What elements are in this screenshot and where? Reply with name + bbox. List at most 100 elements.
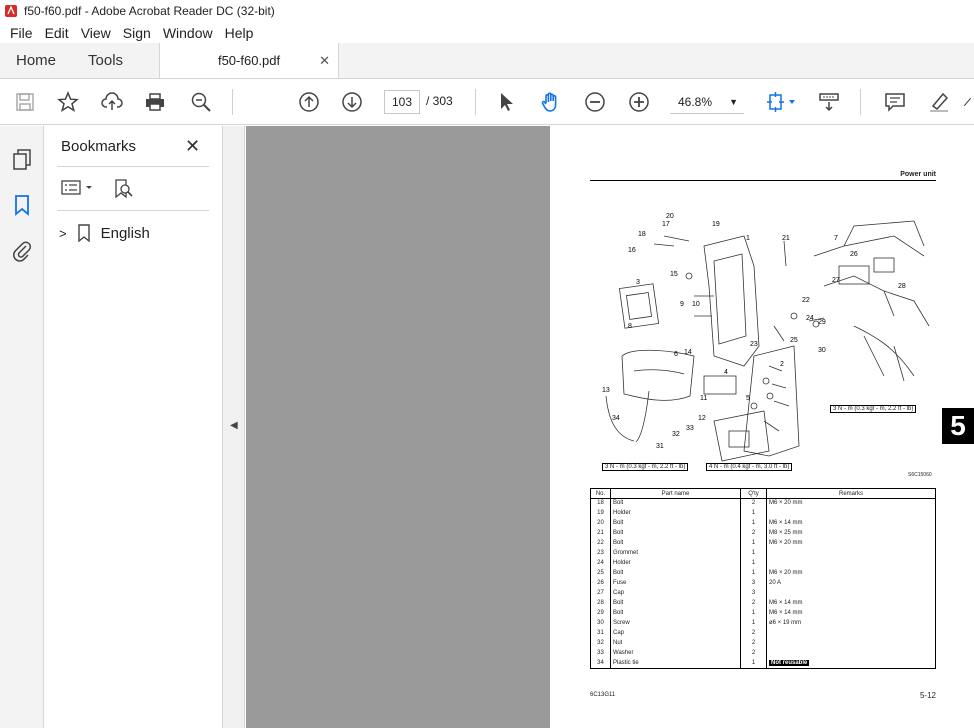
upload-cloud-icon[interactable] [101,91,123,113]
svg-text:12: 12 [698,415,706,422]
cell-part-name: Washer [610,648,741,659]
cell-qty: 1 [740,608,767,619]
table-row: 19 Holder 1 [590,508,936,519]
comment-icon[interactable] [884,91,906,113]
highlight-pen-icon[interactable] [928,91,950,113]
scroll-mode-icon[interactable] [818,91,840,113]
torque-label: 3 N - m (0.3 kgf - m, 2.2 ft - lb) [602,463,689,471]
cell-no: 29 [590,608,611,619]
chevron-right-icon[interactable]: > [59,226,67,241]
cell-no: 20 [590,518,611,529]
cell-no: 34 [590,658,611,669]
svg-text:4: 4 [724,369,728,376]
bookmark-label: English [100,224,150,242]
fit-page-icon[interactable] [764,91,798,113]
zoom-out-icon[interactable] [584,91,606,113]
hand-tool-icon[interactable] [540,91,562,113]
bookmark-options-button[interactable] [61,179,97,200]
svg-text:9: 9 [680,301,684,308]
table-row: 29 Bolt 1 M6 × 14 mm [590,608,936,619]
zoom-search-icon[interactable] [190,91,212,113]
star-icon[interactable] [57,91,79,113]
select-cursor-icon[interactable] [496,91,518,113]
svg-text:29: 29 [818,319,826,326]
table-row: 25 Bolt 1 M6 × 20 mm [590,568,936,579]
cell-part-name: Nut [610,638,741,649]
svg-text:3: 3 [636,279,640,286]
more-tools-icon[interactable] [962,91,974,113]
column-header-qty: Q'ty [740,488,767,499]
cell-no: 25 [590,568,611,579]
close-tab-icon[interactable]: ✕ [319,53,330,69]
cell-qty: 1 [740,568,767,579]
table-row: 30 Screw 1 ø6 × 19 mm [590,618,936,629]
cell-remarks: 20 A [766,578,936,589]
previous-page-icon[interactable] [298,91,320,113]
document-viewer[interactable]: Power unit 1 2 3 4 5 6 7 8 9 10 11 12 13… [246,126,974,728]
bookmark-icon [77,224,90,242]
cell-qty: 1 [740,508,767,519]
svg-text:15: 15 [670,271,678,278]
menu-file[interactable]: File [4,25,39,41]
svg-text:11: 11 [700,395,707,402]
page-number-input[interactable]: 103 [384,90,420,114]
table-row: 32 Nut 2 [590,638,936,649]
table-row: 31 Cap 2 [590,628,936,639]
tab-home[interactable]: Home [0,43,72,78]
bookmarks-panel: Bookmarks ✕ > English [45,126,223,728]
svg-text:33: 33 [686,425,694,432]
svg-text:24: 24 [806,315,814,322]
attachment-icon[interactable] [11,240,33,262]
zoom-select[interactable]: 46.8% ▼ [670,90,744,114]
svg-text:1: 1 [746,235,750,242]
bookmark-item-english[interactable]: > English [59,224,150,242]
menu-view[interactable]: View [75,25,117,41]
cell-remarks: M6 × 14 mm [766,518,936,529]
cell-no: 23 [590,548,611,559]
cell-no: 27 [590,588,611,599]
svg-text:2: 2 [780,361,784,368]
panel-collapse-handle[interactable]: ◀ [223,126,245,728]
cell-part-name: Screw [610,618,741,629]
tab-document[interactable]: f50-f60.pdf ✕ [159,43,340,78]
bookmark-icon[interactable] [11,194,33,216]
torque-label: 4 N - m (0.4 kgf - m, 3.0 ft - lb) [706,463,793,471]
cell-qty: 2 [740,498,767,509]
menu-edit[interactable]: Edit [39,25,75,41]
cell-part-name: Cap [610,628,741,639]
cell-part-name: Bolt [610,538,741,549]
table-row: 33 Washer 2 [590,648,936,659]
find-bookmark-icon[interactable] [113,179,135,202]
cell-qty: 2 [740,528,767,539]
menu-sign[interactable]: Sign [117,25,157,41]
page-total: / 303 [426,94,453,108]
svg-text:10: 10 [692,301,700,308]
zoom-in-icon[interactable] [628,91,650,113]
close-panel-icon[interactable]: ✕ [185,136,200,157]
cell-no: 18 [590,498,611,509]
svg-text:13: 13 [602,387,610,394]
drawing-code: S6C15060 [908,472,932,478]
cell-remarks [766,648,936,659]
menu-help[interactable]: Help [219,25,260,41]
table-header-row: No. Part name Q'ty Remarks [590,488,936,499]
cell-part-name: Grommet [610,548,741,559]
window-title: f50-f60.pdf - Adobe Acrobat Reader DC (3… [24,4,275,18]
print-icon[interactable] [144,91,166,113]
cell-no: 19 [590,508,611,519]
menu-window[interactable]: Window [157,25,219,41]
cell-qty: 1 [740,518,767,529]
cell-part-name: Bolt [610,528,741,539]
page-thumbnails-icon[interactable] [11,148,33,170]
svg-text:27: 27 [832,277,840,284]
cell-qty: 2 [740,638,767,649]
tab-tools[interactable]: Tools [72,43,139,78]
cell-qty: 2 [740,628,767,639]
pdf-page: Power unit 1 2 3 4 5 6 7 8 9 10 11 12 13… [550,126,974,728]
svg-text:20: 20 [666,213,674,220]
save-icon[interactable] [14,91,36,113]
next-page-icon[interactable] [341,91,363,113]
svg-text:26: 26 [850,251,858,258]
exploded-parts-diagram: 123 456 789 101112 131415 161718 192021 … [602,213,930,462]
cell-no: 32 [590,638,611,649]
